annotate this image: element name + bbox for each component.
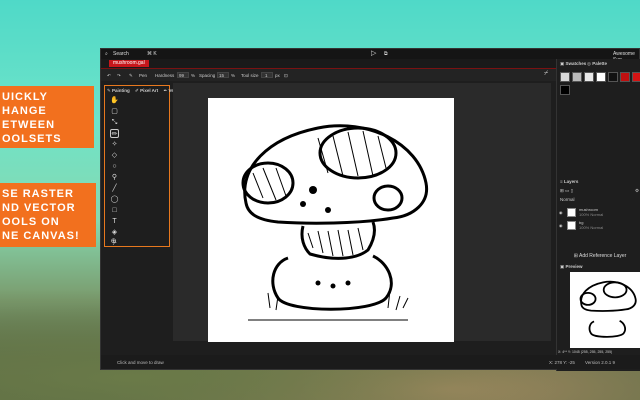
promo-line: NE CANVAS! [2, 230, 80, 242]
swatch[interactable] [560, 72, 570, 82]
fill-icon[interactable]: ⚲ [110, 173, 119, 182]
layer-row[interactable]: ◉ bg 100% Normal [559, 220, 640, 231]
layer-thumbnail [567, 221, 576, 230]
delete-layer-icon[interactable]: ▯ [571, 188, 573, 193]
eye-icon[interactable]: ◉ [559, 223, 563, 228]
swatch[interactable] [620, 72, 630, 82]
brush-type-button[interactable]: Pen [139, 73, 147, 78]
swatch[interactable] [572, 72, 582, 82]
preview-drawing [579, 280, 637, 338]
spacing-value: 15 [219, 73, 225, 78]
add-reference-layer-button[interactable]: ⊞ Add Reference Layer [561, 250, 639, 262]
zoom-icon[interactable]: ⊕ [109, 237, 118, 246]
promo-line: UICKLY [2, 91, 48, 103]
tab-palette[interactable]: ◎ Palette [587, 61, 607, 67]
cursor-coords: X: 278 Y: -25 [549, 360, 575, 365]
title-bar: ⌕ Search ⌘ K ▷ ⧉ Awesome Sup [101, 49, 639, 63]
play-icon[interactable]: ▷ [371, 49, 376, 57]
tool-panel: ✎ Painting ✐ Pixel Art ✒ Vector ✋ ▢ ⤡ ✏ … [104, 85, 182, 247]
eraser-icon[interactable]: ◇ [110, 151, 119, 160]
promo-line: OOLSETS [2, 133, 62, 145]
tab-swatches[interactable]: ▣ Swatches [560, 61, 586, 67]
brush-tool-icon[interactable]: ✏ [110, 129, 119, 138]
swatch[interactable] [632, 72, 640, 82]
line-icon[interactable]: ╱ [110, 184, 119, 193]
swatch[interactable] [608, 72, 618, 82]
search-icon[interactable]: ⌕ [105, 51, 108, 57]
transform-icon[interactable]: ⤡ [110, 118, 119, 127]
drawing-canvas[interactable] [208, 98, 454, 342]
settings-icon[interactable]: ⚙ [635, 188, 639, 194]
swatch[interactable] [584, 72, 594, 82]
add-reference-label: Add Reference Layer [579, 253, 627, 259]
version-label: Version 2.0.1 9 [585, 360, 616, 365]
right-panel: ▣ Swatches ◎ Palette ≡ Layers ⊞ ▭ ▯ ⚙ No… [556, 59, 640, 371]
smudge-icon[interactable]: ✧ [110, 140, 119, 149]
blend-mode-select[interactable]: Normal [560, 197, 575, 202]
percent-label: % [191, 73, 196, 78]
unit-label: px [275, 73, 280, 78]
shortcut-label: ⌘ K [147, 51, 157, 57]
rectangle-icon[interactable]: □ [110, 206, 119, 215]
pixel-info: X: 4** Y: 1045 (255, 255, 255, 255) [558, 350, 613, 354]
hardness-label: Hardness [155, 73, 175, 78]
undo-icon[interactable]: ↶ [107, 73, 111, 79]
tool-size-value: 1 [265, 73, 268, 78]
lock-icon[interactable]: ⊡ [284, 73, 288, 79]
promo-line: HANGE [2, 105, 47, 117]
tab-mushroom[interactable]: mushroom.gal [109, 60, 149, 67]
layer-thumbnail [567, 208, 576, 217]
canvas-area[interactable] [173, 83, 551, 342]
eye-icon[interactable]: ◉ [559, 210, 563, 215]
status-hint: Click and move to draw [117, 360, 164, 365]
promo-line: ETWEEN [2, 119, 56, 131]
ellipse-icon[interactable]: ◯ [110, 195, 119, 204]
promo-line: SE RASTER [2, 188, 74, 200]
layer-actions: ⊞ ▭ ▯ [560, 188, 573, 194]
promo-line: ND VECTOR [2, 202, 76, 214]
lasso-icon[interactable]: ○ [110, 162, 119, 171]
promo-line: OOLS ON [2, 216, 60, 228]
tab-preview[interactable]: ▣ Preview [560, 264, 583, 270]
mode-pixel-art[interactable]: ✐ Pixel Art [135, 88, 158, 93]
promo-banner-canvas: SE RASTER ND VECTOR OOLS ON NE CANVAS! [0, 183, 96, 247]
layer-detail: 100% Normal [579, 212, 604, 217]
mushroom-drawing [241, 124, 429, 321]
layer-detail: 100% Normal [579, 225, 604, 230]
promo-banner-toolsets: UICKLY HANGE ETWEEN OOLSETS [0, 86, 94, 148]
spacing-label: Spacing [199, 73, 216, 78]
percent-label: % [231, 73, 236, 78]
select-icon[interactable]: ▢ [110, 107, 119, 116]
status-bar: Click and move to draw X: 278 Y: -25 Ver… [101, 355, 640, 369]
app-window: ⌕ Search ⌘ K ▷ ⧉ Awesome Sup mushroom.ga… [100, 48, 640, 371]
bucket-icon[interactable]: ◈ [110, 228, 119, 237]
folder-icon[interactable]: ▭ [565, 188, 569, 193]
mode-painting[interactable]: ✎ Painting [107, 88, 130, 93]
preview-thumbnail [570, 272, 640, 348]
swatch[interactable] [560, 85, 570, 95]
share-icon[interactable]: ⧉ [384, 51, 388, 57]
redo-icon[interactable]: ↷ [117, 73, 121, 79]
hand-icon[interactable]: ✋ [110, 96, 119, 105]
tool-options-bar: ↶ ↷ ✎ Pen Hardness 99 % Spacing 15 % Too… [101, 69, 556, 81]
add-layer-icon[interactable]: ⊞ [560, 188, 564, 193]
swatch[interactable] [596, 72, 606, 82]
hardness-value: 99 [179, 73, 185, 78]
tool-size-label: Tool size [241, 73, 259, 78]
text-icon[interactable]: T [110, 217, 119, 226]
tab-layers[interactable]: ≡ Layers [560, 179, 578, 184]
eyedropper-icon[interactable]: ⌿ [544, 70, 548, 78]
search-button[interactable]: Search [113, 51, 129, 57]
layer-row[interactable]: ◉ mushroom 100% Normal [559, 207, 640, 218]
brush-icon[interactable]: ✎ [129, 73, 133, 79]
